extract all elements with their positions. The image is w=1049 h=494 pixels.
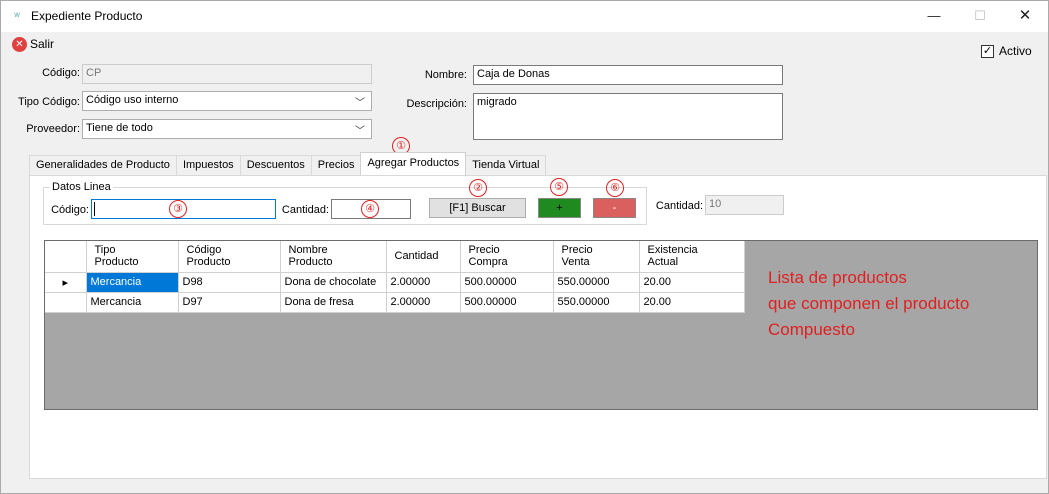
- activo-label: Activo: [999, 44, 1032, 58]
- table-row[interactable]: Mercancia D97 Dona de fresa 2.00000 500.…: [45, 292, 745, 313]
- tipo-codigo-label: Tipo Código:: [18, 96, 80, 108]
- maximize-button[interactable]: ☐: [957, 1, 1003, 32]
- close-button[interactable]: ✕: [1002, 1, 1048, 32]
- tipo-codigo-value: Código uso interno: [86, 94, 179, 106]
- note-line-3: Compuesto: [768, 320, 855, 339]
- tab-precios[interactable]: Precios: [310, 155, 362, 175]
- checkmark-icon: ✓: [981, 44, 994, 58]
- tab-impuestos[interactable]: Impuestos: [175, 155, 241, 175]
- row-header[interactable]: [45, 292, 87, 313]
- table-cell[interactable]: Mercancia: [86, 292, 179, 313]
- annotation-note: Lista de productos que componen el produ…: [768, 265, 969, 343]
- app-icon: ᵂ: [14, 11, 20, 21]
- col-header-nombre-producto[interactable]: Nombre Producto: [280, 241, 387, 273]
- title-bar: ᵂ Expediente Producto — ☐ ✕: [1, 1, 1048, 32]
- annotation-2: ②: [469, 179, 487, 197]
- col-header-precio-compra[interactable]: Precio Compra: [460, 241, 554, 273]
- table-row[interactable]: ▸ Mercancia D98 Dona de chocolate 2.0000…: [45, 272, 745, 293]
- text-cursor: [94, 202, 95, 216]
- proveedor-select[interactable]: Tiene de todo ﹀: [82, 119, 372, 139]
- table-cell[interactable]: D98: [178, 272, 281, 293]
- annotation-4: ④: [361, 200, 379, 218]
- table-cell[interactable]: 20.00: [639, 292, 745, 313]
- col-header-existencia-actual[interactable]: Existencia Actual: [639, 241, 745, 273]
- proveedor-label: Proveedor:: [26, 123, 80, 135]
- remove-line-button[interactable]: -: [593, 198, 636, 218]
- table-cell[interactable]: 2.00000: [386, 272, 461, 293]
- table-cell[interactable]: Dona de fresa: [280, 292, 387, 313]
- codigo-label: Código:: [42, 67, 80, 79]
- tab-tienda-virtual[interactable]: Tienda Virtual: [465, 155, 547, 175]
- window-title: Expediente Producto: [31, 9, 143, 23]
- note-line-2: que componen el producto: [768, 294, 970, 313]
- tab-strip: Generalidades de Producto Impuestos Desc…: [29, 152, 547, 175]
- col-header-tipo-producto[interactable]: Tipo Producto: [86, 241, 179, 273]
- col-header-cantidad[interactable]: Cantidad: [386, 241, 461, 273]
- exit-icon: ✕: [12, 36, 27, 52]
- descripcion-field[interactable]: migrado: [473, 93, 783, 140]
- add-line-button[interactable]: +: [538, 198, 581, 218]
- linea-codigo-label: Código:: [51, 204, 89, 216]
- salir-button[interactable]: ✕ Salir: [12, 36, 54, 52]
- table-cell[interactable]: 500.00000: [460, 272, 554, 293]
- buscar-button[interactable]: [F1] Buscar: [429, 198, 526, 218]
- nombre-label: Nombre:: [424, 69, 467, 81]
- tipo-codigo-select[interactable]: Código uso interno ﹀: [82, 91, 372, 111]
- current-row-arrow-icon: ▸: [45, 272, 87, 293]
- col-header-precio-venta[interactable]: Precio Venta: [553, 241, 640, 273]
- table-cell[interactable]: Dona de chocolate: [280, 272, 387, 293]
- datos-linea-title: Datos Linea: [50, 181, 113, 193]
- codigo-field: CP: [82, 64, 372, 84]
- chevron-down-icon: ﹀: [355, 126, 365, 137]
- table-cell[interactable]: 550.00000: [553, 272, 640, 293]
- proveedor-value: Tiene de todo: [86, 122, 153, 134]
- minimize-button[interactable]: —: [911, 1, 957, 32]
- window: ᵂ Expediente Producto — ☐ ✕ ✕ Salir ✓ Ac…: [0, 0, 1049, 494]
- salir-label: Salir: [30, 37, 55, 51]
- activo-checkbox[interactable]: ✓ Activo: [981, 44, 1032, 58]
- products-table: Tipo Producto Código Producto Nombre Pro…: [45, 241, 745, 313]
- table-cell[interactable]: D97: [178, 292, 281, 313]
- table-cell[interactable]: 2.00000: [386, 292, 461, 313]
- table-cell[interactable]: Mercancia: [86, 272, 179, 293]
- descripcion-label: Descripción:: [406, 98, 467, 110]
- tab-generalidades[interactable]: Generalidades de Producto: [29, 155, 177, 175]
- table-cell[interactable]: 20.00: [639, 272, 745, 293]
- note-line-1: Lista de productos: [768, 268, 907, 287]
- table-cell[interactable]: 500.00000: [460, 292, 554, 313]
- chevron-down-icon: ﹀: [355, 98, 365, 109]
- cantidad-total-label: Cantidad:: [655, 200, 703, 212]
- annotation-6: ⑥: [606, 179, 624, 197]
- row-header-corner: [45, 241, 87, 273]
- linea-cantidad-label: Cantidad:: [281, 204, 329, 216]
- table-cell[interactable]: 550.00000: [553, 292, 640, 313]
- col-header-codigo-producto[interactable]: Código Producto: [178, 241, 281, 273]
- tab-descuentos[interactable]: Descuentos: [239, 155, 312, 175]
- table-header-row: Tipo Producto Código Producto Nombre Pro…: [45, 241, 745, 273]
- cantidad-total-field: 10: [705, 195, 784, 215]
- annotation-3: ③: [169, 200, 187, 218]
- annotation-5: ⑤: [550, 178, 568, 196]
- tab-agregar-productos[interactable]: Agregar Productos: [360, 152, 467, 175]
- nombre-field[interactable]: Caja de Donas: [473, 65, 783, 85]
